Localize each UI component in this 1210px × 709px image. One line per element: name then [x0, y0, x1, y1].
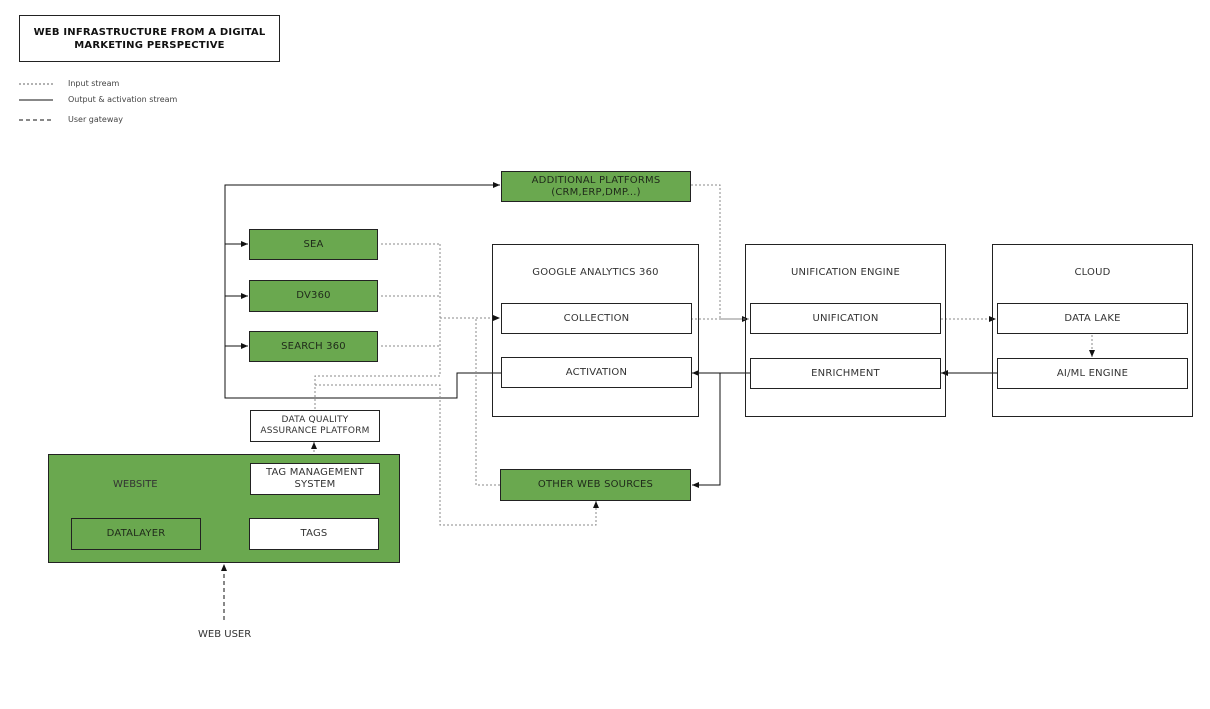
node-unification[interactable]: UNIFICATION [750, 303, 941, 334]
node-enrichment[interactable]: ENRICHMENT [750, 358, 941, 389]
node-datalayer[interactable]: DATALAYER [71, 518, 201, 550]
legend-input-stream: Input stream [68, 79, 120, 88]
website-label: WEBSITE [113, 479, 158, 490]
node-collection[interactable]: COLLECTION [501, 303, 692, 334]
node-sea[interactable]: SEA [249, 229, 378, 260]
node-additional-platforms[interactable]: ADDITIONAL PLATFORMS (CRM,ERP,DMP...) [501, 171, 691, 202]
additional-to-unification-line [691, 184, 749, 322]
legend-output-stream: Output & activation stream [68, 95, 178, 104]
node-tags[interactable]: TAGS [249, 518, 379, 550]
input-streams [311, 184, 1095, 526]
node-search360[interactable]: SEARCH 360 [249, 331, 378, 362]
node-tag-management-system[interactable]: TAG MANAGEMENT SYSTEM [250, 463, 380, 495]
dqap-up-line [314, 375, 440, 409]
node-data-quality-platform[interactable]: DATA QUALITY ASSURANCE PLATFORM [250, 410, 380, 442]
legend-user-gateway: User gateway [68, 115, 123, 124]
node-dv360[interactable]: DV360 [249, 280, 378, 312]
node-other-web-sources[interactable]: OTHER WEB SOURCES [500, 469, 691, 501]
node-data-lake[interactable]: DATA LAKE [997, 303, 1188, 334]
node-activation[interactable]: ACTIVATION [501, 357, 692, 388]
node-aiml-engine[interactable]: AI/ML ENGINE [997, 358, 1188, 389]
web-user-label: WEB USER [198, 629, 252, 640]
diagram-title: WEB INFRASTRUCTURE FROM A DIGITAL MARKET… [19, 15, 280, 62]
